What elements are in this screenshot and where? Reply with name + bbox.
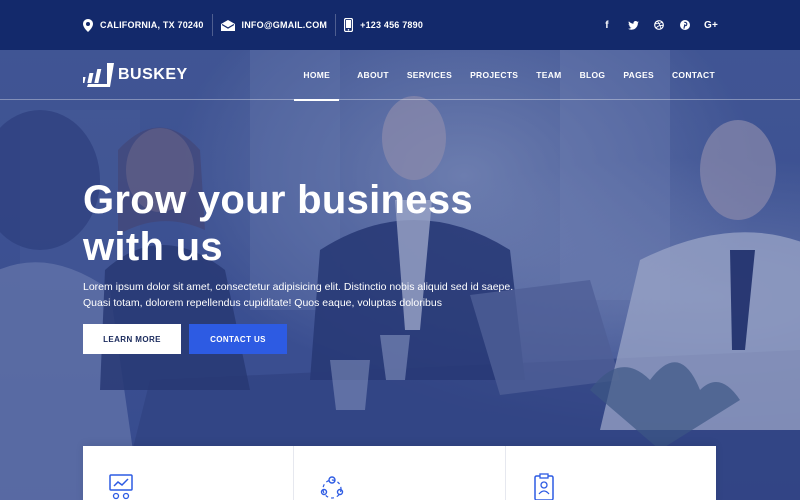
analytics-presentation-icon <box>107 473 135 500</box>
email-text[interactable]: INFO@GMAIL.COM <box>242 20 328 30</box>
address-item: CALIFORNIA, TX 70240 <box>83 0 204 50</box>
google-plus-icon[interactable]: G+ <box>704 19 718 31</box>
email-item[interactable]: INFO@GMAIL.COM <box>220 0 328 50</box>
hero-lead-text: Lorem ipsum dolor sit amet, consectetur … <box>83 281 514 309</box>
top-contact-bar: CALIFORNIA, TX 70240 INFO@GMAIL.COM +123… <box>0 0 800 50</box>
hero-section: BUSKEY HOME ABOUT SERVICES PROJECTS TEAM… <box>0 50 800 500</box>
nav-services[interactable]: SERVICES <box>407 50 452 100</box>
divider <box>335 14 337 36</box>
feature-card[interactable] <box>506 446 716 500</box>
social-links: f G+ <box>601 19 718 31</box>
brand-name: BUSKEY <box>118 66 188 83</box>
headline-line-1: Grow your business <box>83 178 473 222</box>
nav-about[interactable]: ABOUT <box>357 50 389 100</box>
brand-logo[interactable]: BUSKEY <box>83 61 188 89</box>
facebook-icon[interactable]: f <box>601 19 613 31</box>
twitter-icon[interactable] <box>627 19 639 31</box>
map-pin-icon <box>83 18 93 32</box>
phone-icon <box>344 18 354 32</box>
nav-projects[interactable]: PROJECTS <box>470 50 518 100</box>
team-network-icon <box>318 473 346 500</box>
feature-cards <box>83 446 716 500</box>
nav-team[interactable]: TEAM <box>536 50 561 100</box>
main-navbar: BUSKEY HOME ABOUT SERVICES PROJECTS TEAM… <box>0 50 800 101</box>
nav-blog[interactable]: BLOG <box>580 50 606 100</box>
pinterest-icon[interactable] <box>679 19 691 31</box>
logo-bars-icon <box>83 63 114 87</box>
feature-card[interactable] <box>294 446 506 500</box>
contact-us-button[interactable]: CONTACT US <box>189 324 287 354</box>
divider <box>211 14 213 36</box>
dribbble-icon[interactable] <box>653 19 665 31</box>
address-text: CALIFORNIA, TX 70240 <box>100 20 204 30</box>
clipboard-profile-icon <box>530 473 558 500</box>
primary-nav: HOME ABOUT SERVICES PROJECTS TEAM BLOG P… <box>294 50 715 101</box>
nav-pages[interactable]: PAGES <box>623 50 654 100</box>
hero-overlay <box>0 50 800 500</box>
phone-item[interactable]: +123 456 7890 <box>344 0 423 50</box>
nav-home[interactable]: HOME <box>294 50 339 101</box>
headline-line-2: with us <box>83 225 223 269</box>
envelope-icon <box>220 19 235 31</box>
nav-contact[interactable]: CONTACT <box>672 50 715 100</box>
hero-headline: Grow your business with us <box>83 177 543 271</box>
feature-card[interactable] <box>83 446 295 500</box>
learn-more-button[interactable]: LEARN MORE <box>83 324 181 354</box>
phone-text[interactable]: +123 456 7890 <box>360 20 423 30</box>
